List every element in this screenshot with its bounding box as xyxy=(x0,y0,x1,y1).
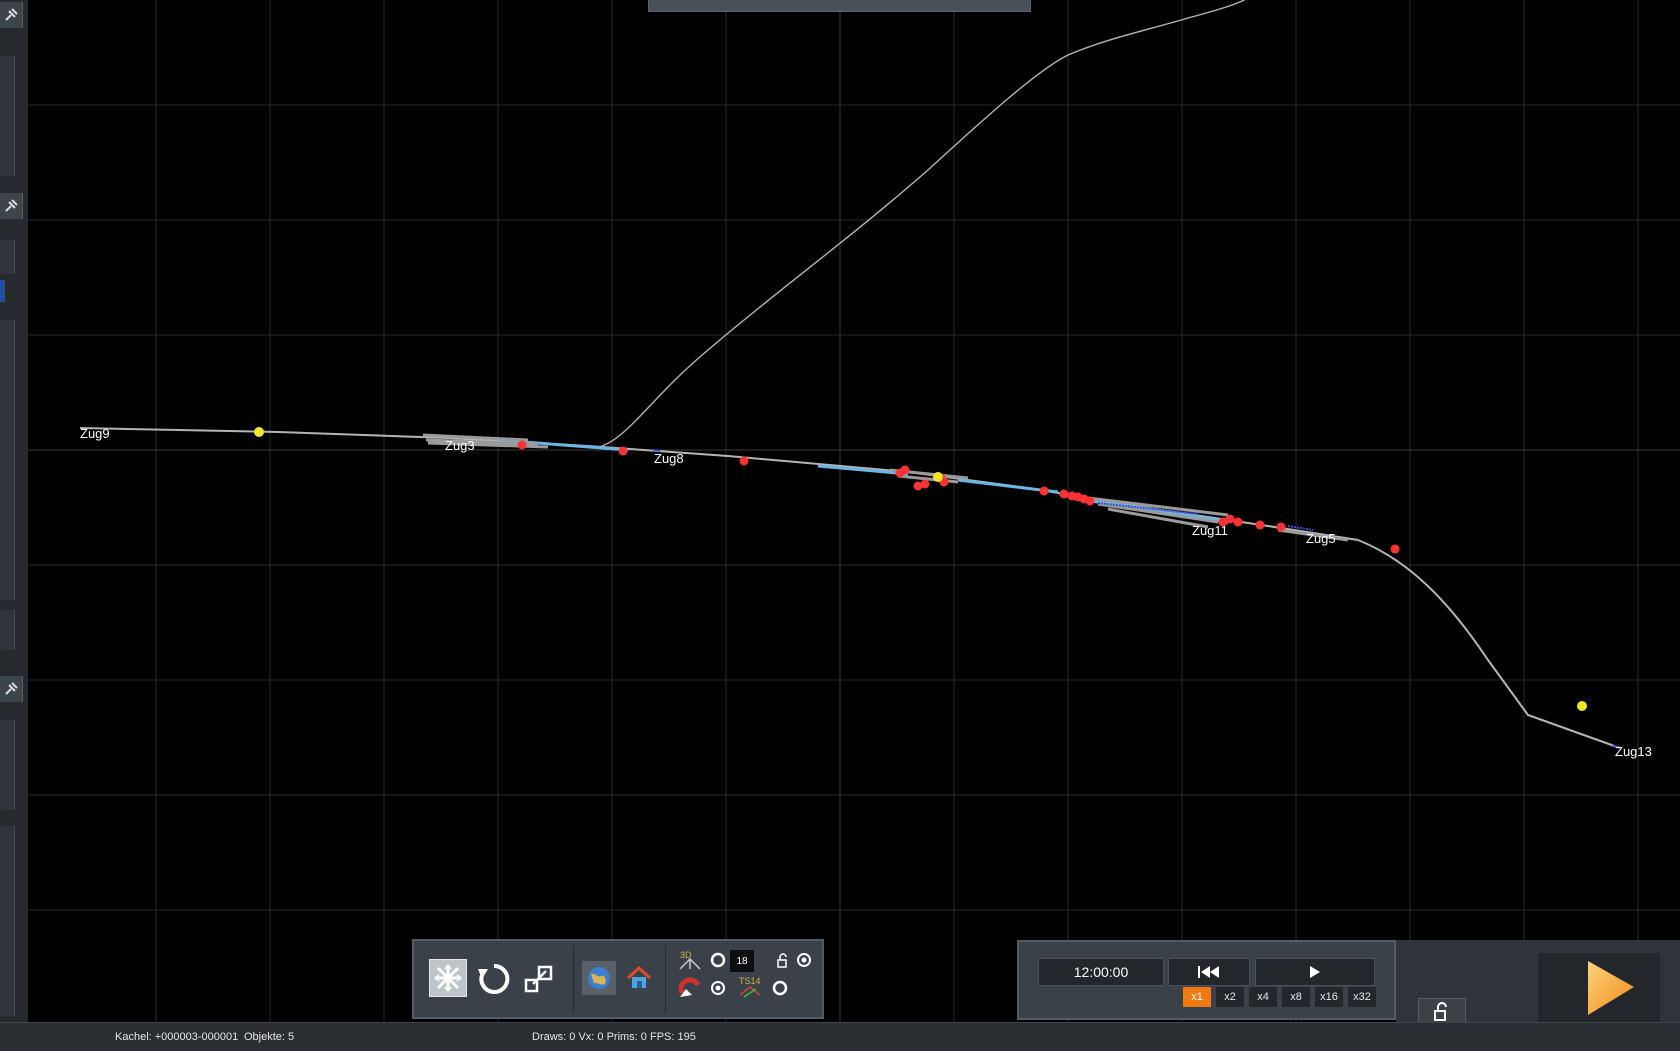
speed-x32-button[interactable]: x32 xyxy=(1348,987,1376,1007)
radio-on-icon xyxy=(711,981,725,995)
panel-section xyxy=(0,320,15,600)
panel-scroll-indicator[interactable] xyxy=(0,280,5,302)
rewind-button[interactable] xyxy=(1168,958,1250,986)
magnet-icon xyxy=(678,977,701,997)
playback-panel: 12:00:00 x1 x2 x4 x8 x16 x32 xyxy=(1017,940,1396,1020)
signal-red xyxy=(618,446,628,456)
globe-button[interactable] xyxy=(582,961,616,995)
lock-small-button[interactable] xyxy=(776,953,790,969)
view-toolbar: 3D 18 TS14 xyxy=(412,939,824,1019)
panel-section xyxy=(0,826,15,1016)
start-simulation-button[interactable] xyxy=(1538,953,1660,1022)
big-play-icon xyxy=(1588,961,1634,1015)
signal-red xyxy=(1276,522,1286,532)
signals xyxy=(254,427,1587,711)
train-label-zug11[interactable]: Zug11 xyxy=(1192,523,1228,538)
ts-icon: TS14 xyxy=(739,976,761,998)
pin-icon[interactable] xyxy=(0,2,23,28)
signal-red xyxy=(1039,486,1049,496)
left-dock-panel xyxy=(0,0,28,1022)
play-small-button[interactable] xyxy=(1255,958,1375,986)
branch-track xyxy=(595,0,1246,449)
home-icon xyxy=(626,965,652,988)
map-grid xyxy=(28,0,1680,1022)
signal-red xyxy=(900,465,910,475)
signal-red xyxy=(1390,544,1400,554)
signal-red xyxy=(739,456,749,466)
3d-view-button[interactable]: 3D xyxy=(678,949,702,971)
speed-x1-button[interactable]: x1 xyxy=(1183,987,1211,1007)
fit-view-button[interactable] xyxy=(429,959,467,997)
clock-value: 12:00:00 xyxy=(1073,964,1129,980)
signal-red xyxy=(1059,489,1069,499)
home-button[interactable] xyxy=(622,961,656,995)
signal-red xyxy=(1255,520,1265,530)
signal-red xyxy=(1233,517,1243,527)
expand-button[interactable] xyxy=(519,959,559,999)
signal-yellow xyxy=(1577,701,1587,711)
train-label-zug3[interactable]: Zug3 xyxy=(445,438,475,453)
radio-on-icon xyxy=(797,953,811,967)
pin-icon-glyph xyxy=(5,682,18,695)
panel-section xyxy=(0,610,15,650)
toolbar-separator xyxy=(573,945,574,1013)
track-map[interactable] xyxy=(28,0,1680,1022)
layer-value-field[interactable]: 18 xyxy=(730,950,754,972)
play-icon xyxy=(1310,966,1320,978)
radio-off-icon xyxy=(710,952,726,968)
signal-red xyxy=(1085,496,1095,506)
speed-label: x32 xyxy=(1353,991,1371,1003)
layer-value: 18 xyxy=(736,955,748,967)
status-bar: Kachel: +000003-000001 Objekte: 5 Draws:… xyxy=(0,1022,1680,1051)
pin-icon-glyph xyxy=(5,8,18,21)
ts-label: TS14 xyxy=(739,976,761,986)
radio-off-icon xyxy=(772,980,788,996)
object-count: Objekte: 5 xyxy=(244,1031,295,1043)
map-viewport[interactable]: Zug9 Zug3 Zug8 Zug11 Zug5 Zug13 xyxy=(28,0,1680,1022)
train-label-zug9[interactable]: Zug9 xyxy=(80,426,110,441)
signal-yellow xyxy=(933,472,943,482)
speed-label: x1 xyxy=(1191,991,1203,1003)
speed-label: x16 xyxy=(1320,991,1338,1003)
signal-yellow xyxy=(254,427,264,437)
skip-back-icon xyxy=(1198,966,1219,978)
ts-button[interactable]: TS14 xyxy=(738,975,764,999)
render-stats: Draws: 0 Vx: 0 Prims: 0 FPS: 195 xyxy=(532,1031,696,1043)
speed-x8-button[interactable]: x8 xyxy=(1282,987,1310,1007)
reset-rotation-button[interactable] xyxy=(474,959,514,999)
train-label-zug5[interactable]: Zug5 xyxy=(1306,531,1336,546)
main-track xyxy=(79,427,1621,749)
speed-x2-button[interactable]: x2 xyxy=(1216,987,1244,1007)
3d-view-icon: 3D xyxy=(679,950,701,970)
panel-section xyxy=(0,56,15,176)
pin-icon[interactable] xyxy=(0,193,23,219)
train-label-zug8[interactable]: Zug8 xyxy=(654,451,684,466)
toolbar-separator xyxy=(665,945,666,1013)
panel-section xyxy=(0,240,15,274)
signal-red xyxy=(517,440,527,450)
tile-info: Kachel: +000003-000001 xyxy=(115,1031,239,1043)
clock-field[interactable]: 12:00:00 xyxy=(1038,958,1164,986)
fit-view-icon xyxy=(434,964,462,992)
speed-x16-button[interactable]: x16 xyxy=(1315,987,1343,1007)
pin-icon-glyph xyxy=(5,199,18,212)
signal-red xyxy=(920,479,930,489)
magnet-button[interactable] xyxy=(678,977,704,1001)
panel-section xyxy=(0,720,15,810)
top-panel-handle[interactable] xyxy=(648,0,1031,12)
speed-label: x4 xyxy=(1257,991,1269,1003)
speed-x4-button[interactable]: x4 xyxy=(1249,987,1277,1007)
magnet-radio[interactable] xyxy=(710,980,726,996)
lock-small-icon xyxy=(777,953,787,968)
speed-label: x8 xyxy=(1290,991,1302,1003)
ts-radio[interactable] xyxy=(772,980,788,996)
pin-icon[interactable] xyxy=(0,676,23,702)
train-label-zug13[interactable]: Zug13 xyxy=(1615,744,1652,759)
3d-view-radio[interactable] xyxy=(710,952,726,968)
rotate-reset-icon xyxy=(478,963,510,994)
speed-label: x2 xyxy=(1224,991,1236,1003)
globe-icon xyxy=(588,967,610,989)
expand-icon xyxy=(524,965,553,993)
lock-radio[interactable] xyxy=(796,952,812,968)
